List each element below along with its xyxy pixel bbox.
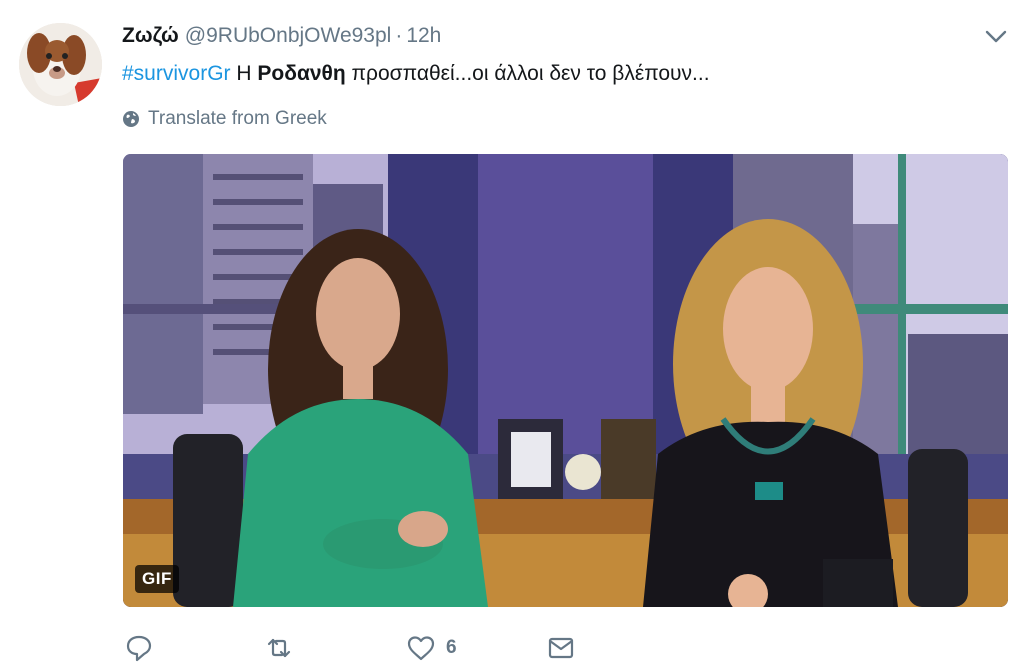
tweet-text: #survivorGr Η Ροδανθη προσπαθεί...οι άλλ… — [122, 60, 710, 88]
tweet-text-part2: προσπαθεί...οι άλλοι δεν το βλέπουν... — [345, 62, 710, 85]
tweet-text-part1: Η — [230, 62, 258, 85]
timestamp[interactable]: 12h — [406, 24, 441, 47]
tweet-header: Ζωζώ @9RUbOnbjOWe93pl · 12h — [122, 22, 441, 50]
heart-icon — [407, 636, 435, 661]
user-handle[interactable]: @9RUbOnbjOWe93pl — [185, 24, 392, 47]
translate-label: Translate from Greek — [148, 108, 327, 129]
translate-link[interactable]: Translate from Greek — [122, 107, 327, 131]
direct-message-button[interactable] — [546, 633, 576, 663]
gif-badge: GIF — [135, 565, 179, 593]
hashtag-link[interactable]: #survivorGr — [122, 62, 231, 85]
separator-dot: · — [395, 24, 403, 47]
tweet-text-bold: Ροδανθη — [257, 62, 346, 85]
like-button[interactable]: 6 — [406, 633, 457, 663]
like-count: 6 — [446, 637, 457, 658]
avatar[interactable] — [19, 23, 102, 106]
globe-icon — [123, 111, 139, 127]
chevron-down-icon[interactable] — [984, 26, 1008, 46]
tweet: Ζωζώ @9RUbOnbjOWe93pl · 12h #survivorGr Η Ρ… — [0, 0, 1024, 669]
reply-icon — [126, 635, 152, 662]
retweet-button[interactable] — [264, 633, 294, 663]
display-name[interactable]: Ζωζώ — [122, 24, 179, 47]
envelope-icon — [548, 637, 574, 659]
retweet-icon — [267, 638, 291, 658]
reply-button[interactable] — [124, 633, 154, 663]
gif-media[interactable] — [123, 154, 1008, 607]
